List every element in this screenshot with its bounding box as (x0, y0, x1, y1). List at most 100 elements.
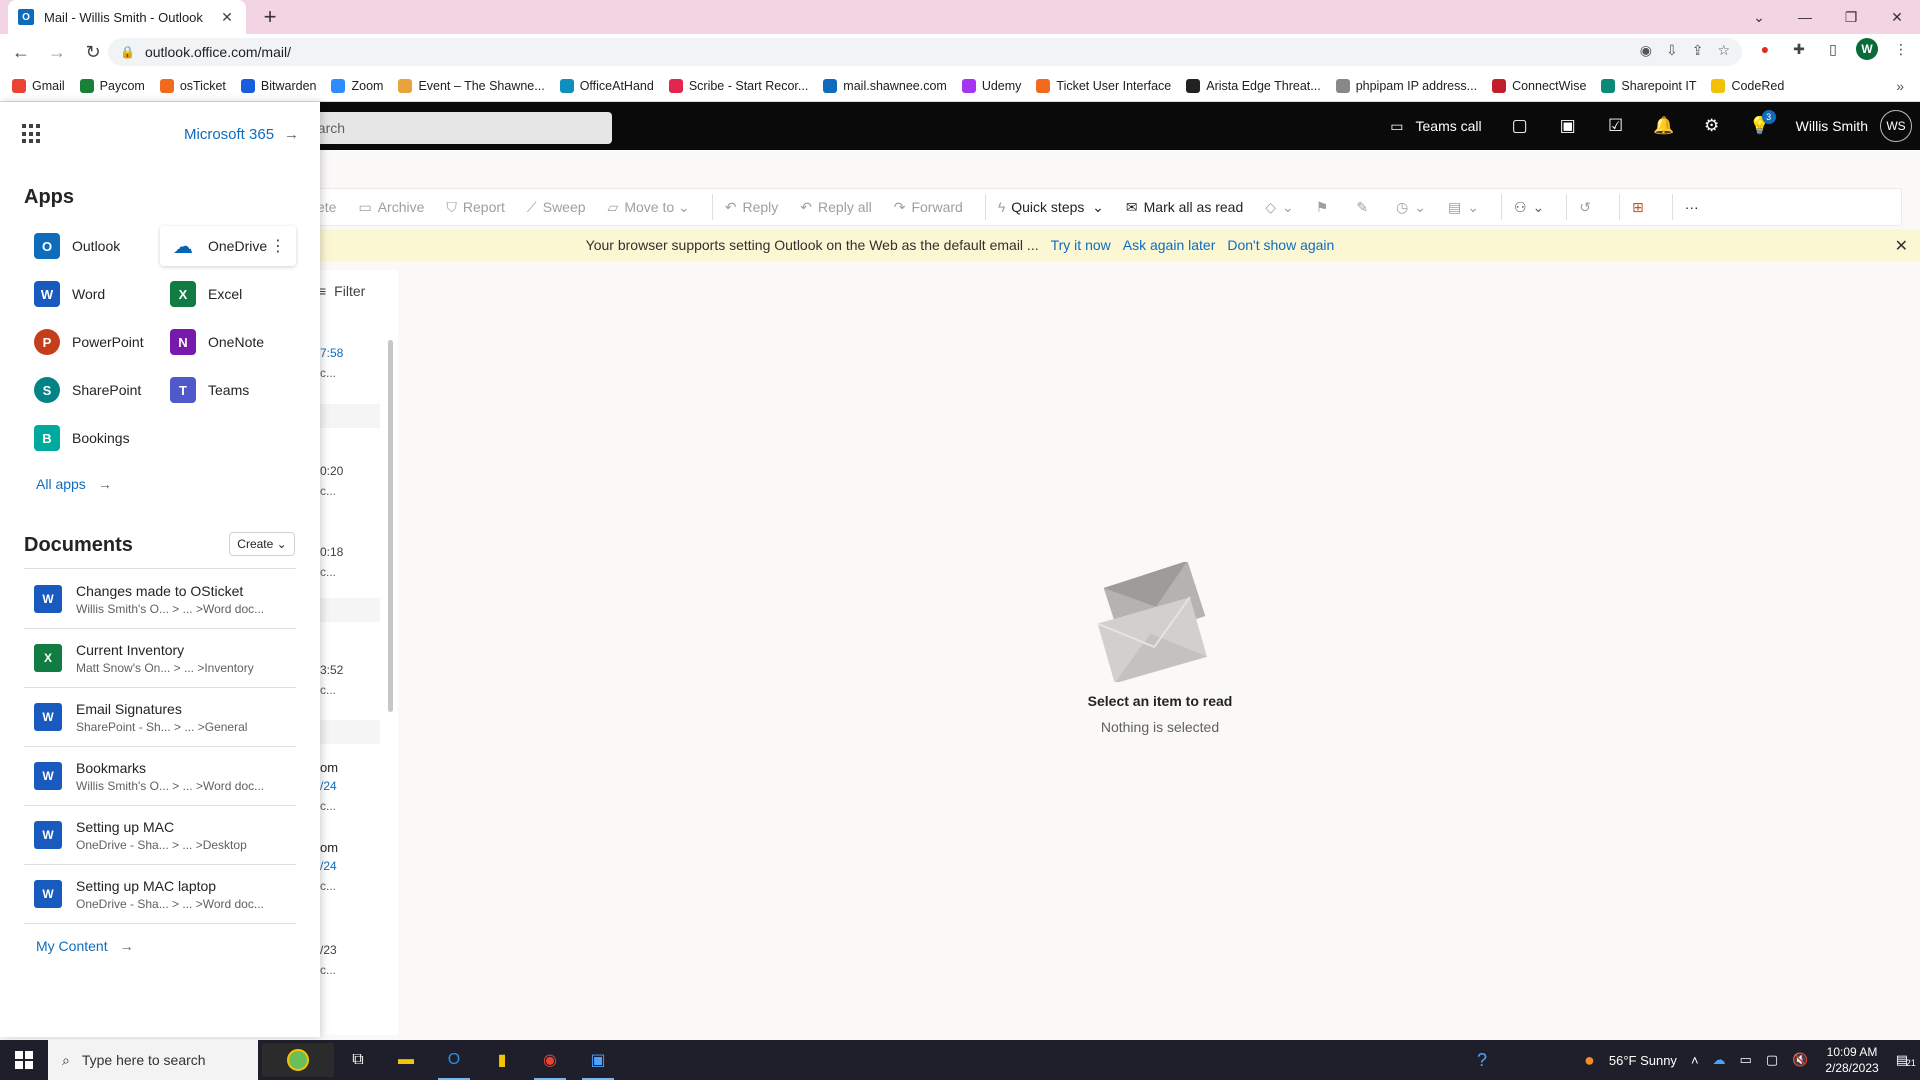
bookmark-item[interactable]: Gmail (12, 78, 65, 93)
message-row[interactable]: 0:20 c... (320, 464, 380, 498)
document-item[interactable]: W Setting up MAC OneDrive - Sha... > ... … (24, 806, 296, 864)
forward-button[interactable]: ↷ Forward (894, 199, 963, 216)
close-infobar-icon[interactable]: ✕ (1895, 236, 1908, 256)
bell-icon[interactable]: 🔔 (1640, 102, 1688, 150)
my-day-icon[interactable]: ▣ (1544, 102, 1592, 150)
outlook-taskbar-icon[interactable]: O (430, 1040, 478, 1080)
close-window-button[interactable]: ✕ (1874, 0, 1920, 34)
bookmark-item[interactable]: osTicket (159, 78, 226, 93)
bookmark-item[interactable]: Zoom (331, 78, 383, 93)
app-onedrive[interactable]: ☁ OneDrive ⋮ (160, 226, 296, 266)
bookmark-item[interactable]: Scribe - Start Recor... (668, 78, 808, 93)
gear-icon[interactable]: ⚙ (1688, 102, 1736, 150)
app-onenote[interactable]: N OneNote (160, 322, 296, 362)
browser-menu-icon[interactable]: ⋮ (1890, 38, 1912, 60)
bookmark-item[interactable]: OfficeAtHand (559, 78, 654, 93)
bookmark-item[interactable]: Arista Edge Threat... (1186, 78, 1321, 93)
sweep-button[interactable]: ⟋ Sweep (527, 199, 586, 216)
chrome-taskbar-icon[interactable]: ◉ (526, 1040, 574, 1080)
app-sharepoint[interactable]: S SharePoint (24, 370, 160, 410)
eye-icon[interactable]: ◉ (1640, 42, 1652, 59)
bookmark-item[interactable]: ConnectWise (1492, 78, 1586, 93)
remote-desktop-icon[interactable]: ▣ (574, 1040, 622, 1080)
close-tab-icon[interactable]: ✕ (218, 9, 236, 26)
monitor-icon[interactable]: ▢ (1766, 1052, 1778, 1068)
bookmark-item[interactable]: Paycom (79, 78, 145, 93)
new-tab-button[interactable]: + (256, 4, 284, 30)
chevron-up-icon[interactable]: ˄ (1691, 1053, 1699, 1068)
dont-show-again-link[interactable]: Don't show again (1227, 237, 1334, 253)
document-item[interactable]: W Email Signatures SharePoint - Sh... > .… (24, 688, 296, 746)
document-item[interactable]: W Setting up MAC laptop OneDrive - Sha...… (24, 865, 296, 923)
bookmark-item[interactable]: Event – The Shawne... (398, 78, 545, 93)
bookmark-item[interactable]: Sharepoint IT (1601, 78, 1696, 93)
tab-search-icon[interactable]: ⌄ (1736, 0, 1782, 34)
move-to-button[interactable]: ▱ Move to ⌄ (608, 199, 690, 216)
user-avatar[interactable]: WS (1880, 110, 1912, 142)
task-view-icon[interactable]: ⧉ (334, 1040, 382, 1080)
app-teams[interactable]: T Teams (160, 370, 296, 410)
sticky-notes-icon[interactable]: ▮ (478, 1040, 526, 1080)
mark-all-read-button[interactable]: ✉ Mark all as read (1126, 199, 1243, 216)
file-explorer-icon[interactable]: ▬ (382, 1040, 430, 1080)
bookmark-star-icon[interactable]: ☆ (1717, 42, 1730, 59)
network-icon[interactable]: ▭ (1740, 1052, 1752, 1068)
my-content-link[interactable]: My Content → (36, 938, 134, 954)
user-name[interactable]: Willis Smith (1796, 118, 1868, 134)
teams-call-button[interactable]: ▭ Teams call (1390, 118, 1481, 135)
flag-button[interactable]: ⚑ (1316, 199, 1335, 216)
bookmark-item[interactable]: mail.shawnee.com (823, 78, 947, 93)
app-launcher-waffle-icon[interactable] (22, 124, 42, 144)
reply-all-button[interactable]: ↶ Reply all (800, 199, 871, 216)
document-item[interactable]: W Bookmarks Willis Smith's O... > ... >Wo… (24, 747, 296, 805)
reply-button[interactable]: ↶ Reply (725, 199, 779, 216)
try-it-now-link[interactable]: Try it now (1051, 237, 1111, 253)
rules-button[interactable]: ▤ ⌄ (1448, 199, 1479, 216)
message-row[interactable]: om /24 c... (320, 840, 380, 893)
document-item[interactable]: W Changes made to OSticket Willis Smith's… (24, 570, 296, 628)
search-highlight-image[interactable] (262, 1043, 334, 1077)
document-item[interactable]: X Current Inventory Matt Snow's On... > .… (24, 629, 296, 687)
message-row[interactable]: 3:52 c... (320, 663, 380, 697)
bookmarks-overflow-icon[interactable]: » (1896, 78, 1904, 94)
more-options-button[interactable]: ··· (1685, 199, 1705, 215)
message-row[interactable]: /23 c... (320, 943, 380, 977)
message-row[interactable]: 0:18 c... (320, 545, 380, 579)
bookmark-item[interactable]: Ticket User Interface (1036, 78, 1171, 93)
side-panel-icon[interactable]: ▯ (1822, 38, 1844, 60)
taskbar-search-input[interactable]: ⌕ Type here to search (48, 1040, 258, 1080)
bookmark-item[interactable]: CodeRed (1711, 78, 1784, 93)
install-icon[interactable]: ⇩ (1666, 42, 1678, 59)
report-button[interactable]: ⛉ Report (446, 199, 505, 216)
clock[interactable]: 10:09 AM 2/28/2023 (1825, 1044, 1878, 1076)
lightbulb-icon[interactable]: 💡 3 (1736, 102, 1784, 150)
message-row[interactable]: om /24 c... (320, 760, 380, 813)
minimize-button[interactable]: — (1782, 0, 1828, 34)
profile-avatar[interactable]: W (1856, 38, 1878, 60)
todo-icon[interactable]: ☑ (1592, 102, 1640, 150)
layout-button[interactable]: ⊞ (1632, 199, 1650, 216)
message-list-scrollbar[interactable] (388, 340, 393, 712)
onedrive-tray-icon[interactable]: ☁ (1713, 1052, 1726, 1068)
chat-icon[interactable]: ▢ (1496, 102, 1544, 150)
start-button[interactable] (0, 1040, 48, 1080)
message-row[interactable]: 7:58 c... (320, 346, 380, 380)
omnibox[interactable]: 🔒 outlook.office.com/mail/ ◉ ⇩ ⇪ ☆ (108, 38, 1742, 66)
browser-tab[interactable]: O Mail - Willis Smith - Outlook ✕ (8, 0, 246, 34)
extensions-puzzle-icon[interactable]: ✚ (1788, 38, 1810, 60)
extension-badge-icon[interactable]: ● (1754, 38, 1776, 60)
create-document-button[interactable]: Create ⌄ (229, 532, 295, 556)
notification-center-icon[interactable]: ▤ 21 (1896, 1052, 1916, 1068)
tag-button[interactable]: ◇ ⌄ (1265, 199, 1294, 216)
bookmark-item[interactable]: phpipam IP address... (1335, 78, 1477, 93)
back-arrow-icon[interactable]: ← (6, 37, 36, 67)
groups-button[interactable]: ⚇ ⌄ (1514, 199, 1544, 216)
undo-button[interactable]: ↺ (1579, 199, 1597, 216)
reload-icon[interactable]: ↻ (78, 37, 108, 67)
app-powerpoint[interactable]: P PowerPoint (24, 322, 160, 362)
pin-button[interactable]: ✎ (1356, 199, 1374, 216)
microsoft-365-link[interactable]: Microsoft 365 → (184, 126, 299, 143)
archive-button[interactable]: ▭ Archive (358, 199, 424, 216)
search-input[interactable]: earch (300, 112, 612, 144)
bookmark-item[interactable]: Bitwarden (240, 78, 316, 93)
